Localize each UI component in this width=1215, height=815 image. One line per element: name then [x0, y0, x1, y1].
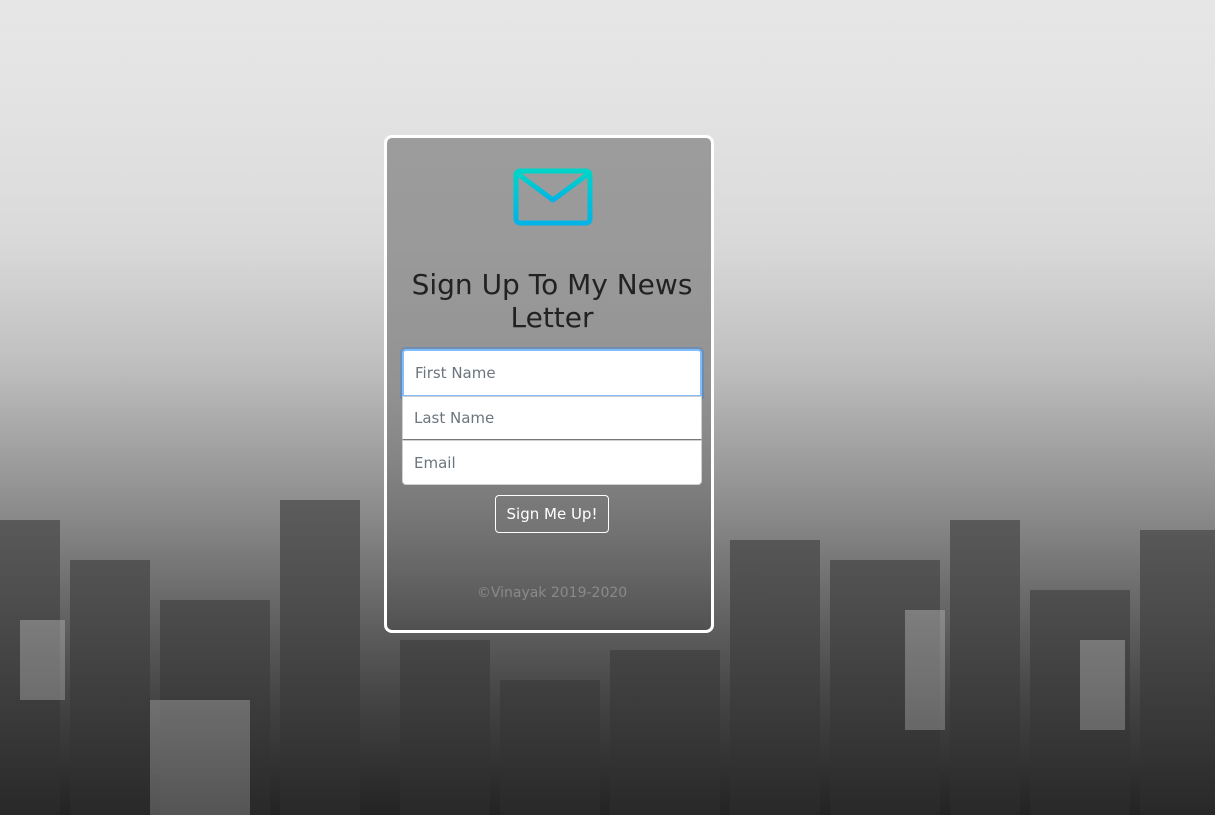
last-name-input[interactable] [402, 396, 702, 440]
email-input[interactable] [402, 440, 702, 485]
first-name-input[interactable] [402, 349, 702, 397]
sign-me-up-button[interactable]: Sign Me Up! [495, 495, 609, 533]
signup-card: Sign Up To My News Letter Sign Me Up! ©V… [384, 135, 714, 633]
mail-icon [513, 168, 593, 226]
copyright-text: ©Vinayak 2019-2020 [476, 585, 628, 601]
page-title: Sign Up To My News Letter [411, 268, 693, 334]
